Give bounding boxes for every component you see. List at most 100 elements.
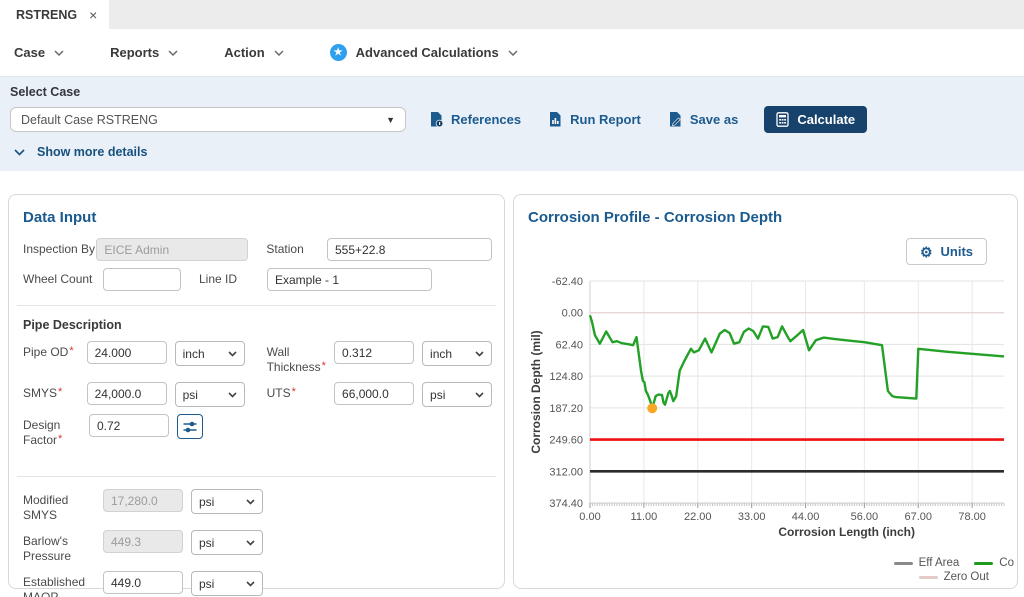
legend-corrosion[interactable]: Co [974, 557, 1014, 569]
svg-text:67.00: 67.00 [904, 511, 932, 523]
case-band: Select Case Default Case RSTRENG ▼ Refer… [0, 76, 1024, 171]
chevron-down-icon [14, 149, 25, 156]
show-more-details[interactable]: Show more details [14, 145, 1014, 159]
eff-area-swatch [894, 562, 913, 565]
divider [17, 305, 496, 306]
svg-text:11.00: 11.00 [631, 511, 658, 523]
wall-thickness-field[interactable] [334, 341, 414, 364]
smys-field[interactable] [87, 382, 167, 405]
pipe-od-unit-select[interactable]: inch [175, 341, 245, 366]
chevron-down-icon [475, 351, 484, 357]
chart-svg: -62.40 0.00 62.40 124.80 187.20 249.60 312.00 3… [528, 269, 1010, 553]
chevron-down-icon [274, 50, 284, 56]
inspection-by-field [96, 238, 248, 261]
selected-case: Default Case RSTRENG [21, 113, 158, 127]
svg-text:312.00: 312.00 [549, 466, 583, 478]
svg-text:0.00: 0.00 [562, 308, 583, 320]
uts-field[interactable] [334, 382, 414, 405]
uts-unit-select[interactable]: psi [422, 382, 492, 407]
zero-out-swatch [919, 576, 938, 579]
select-case-label: Select Case [10, 85, 1014, 99]
design-factor-label: Design Factor* [23, 414, 89, 448]
svg-text:62.40: 62.40 [555, 339, 583, 351]
menu-reports[interactable]: Reports [110, 45, 178, 60]
chart-title: Corrosion Profile - Corrosion Depth [528, 209, 1005, 226]
references-icon [428, 111, 444, 128]
rstreng-app: RSTRENG × Case Reports Action ★ Advanced… [0, 0, 1024, 597]
modified-smys-unit-select[interactable]: psi [191, 489, 263, 514]
gear-icon: ⚙ [920, 245, 933, 259]
chevron-down-icon [228, 351, 237, 357]
pipe-od-label: Pipe OD* [23, 341, 87, 360]
chevron-down-icon [168, 50, 178, 56]
calculator-icon [776, 112, 789, 127]
chevron-down-icon [246, 581, 255, 587]
svg-text:33.00: 33.00 [738, 511, 766, 523]
menu-advanced-calculations[interactable]: ★ Advanced Calculations [330, 44, 518, 61]
sliders-icon [183, 420, 197, 434]
run-report-button[interactable]: Run Report [547, 111, 641, 128]
design-factor-slider-button[interactable] [177, 414, 203, 439]
svg-text:Corrosion Length (inch): Corrosion Length (inch) [778, 525, 915, 539]
svg-text:Corrosion Depth (mil): Corrosion Depth (mil) [529, 330, 543, 453]
svg-text:374.40: 374.40 [549, 498, 583, 510]
wheel-count-field[interactable] [103, 268, 181, 291]
svg-text:-62.40: -62.40 [552, 276, 583, 288]
menu-action[interactable]: Action [224, 45, 283, 60]
chevron-down-icon [228, 392, 237, 398]
wall-thickness-label: Wall Thickness* [267, 341, 334, 375]
station-label: Station [266, 238, 327, 257]
calculate-button[interactable]: Calculate [764, 106, 867, 133]
corrosion-chart: -62.40 0.00 62.40 124.80 187.20 249.60 312.00 3… [528, 269, 1005, 558]
svg-text:78.00: 78.00 [958, 511, 986, 523]
modified-smys-label: Modified SMYS [23, 489, 103, 523]
units-button[interactable]: ⚙ Units [906, 238, 987, 265]
star-icon: ★ [330, 44, 347, 61]
dropdown-caret-icon: ▼ [386, 115, 395, 125]
station-field[interactable] [327, 238, 492, 261]
menu-bar: Case Reports Action ★ Advanced Calculati… [0, 29, 1024, 76]
design-factor-field[interactable] [89, 414, 169, 437]
legend-eff-area[interactable]: Eff Area [894, 557, 960, 569]
run-report-icon [547, 111, 563, 128]
chevron-down-icon [54, 50, 64, 56]
data-input-title: Data Input [23, 209, 492, 226]
line-id-field[interactable] [267, 268, 432, 291]
established-maop-field[interactable] [103, 571, 183, 594]
case-select-dropdown[interactable]: Default Case RSTRENG ▼ [10, 107, 406, 132]
menu-case[interactable]: Case [14, 45, 64, 60]
save-as-button[interactable]: Save as [667, 111, 738, 128]
data-input-panel: Data Input Inspection By Station Wheel C… [8, 194, 505, 589]
svg-text:187.20: 187.20 [549, 403, 583, 415]
svg-text:249.60: 249.60 [549, 435, 583, 447]
wall-thickness-unit-select[interactable]: inch [422, 341, 492, 366]
tab-title: RSTRENG [16, 8, 77, 22]
chart-legend: Eff Area Co Zero Out [894, 557, 1014, 583]
barlows-pressure-unit-select[interactable]: psi [191, 530, 263, 555]
svg-text:44.00: 44.00 [792, 511, 820, 523]
pipe-od-field[interactable] [87, 341, 167, 364]
legend-zero-out[interactable]: Zero Out [919, 571, 989, 583]
tab-bar: RSTRENG × [0, 0, 1024, 29]
smys-label: SMYS* [23, 382, 87, 401]
svg-text:22.00: 22.00 [684, 511, 712, 523]
main-content: Data Input Inspection By Station Wheel C… [0, 171, 1024, 589]
svg-text:124.80: 124.80 [549, 371, 583, 383]
svg-text:56.00: 56.00 [851, 511, 879, 523]
smys-unit-select[interactable]: psi [175, 382, 245, 407]
uts-label: UTS* [267, 382, 334, 401]
established-maop-label: Established MAOP [23, 571, 103, 597]
chevron-down-icon [246, 540, 255, 546]
chevron-down-icon [475, 392, 484, 398]
chevron-down-icon [246, 499, 255, 505]
modified-smys-field [103, 489, 183, 512]
corrosion-profile-panel: Corrosion Profile - Corrosion Depth ⚙ Un… [513, 194, 1018, 589]
corrosion-swatch [974, 562, 993, 565]
save-as-icon [667, 111, 683, 128]
references-button[interactable]: References [428, 111, 521, 128]
close-icon[interactable]: × [89, 7, 97, 23]
tab-rstreng[interactable]: RSTRENG × [0, 0, 109, 29]
wheel-count-label: Wheel Count [23, 268, 103, 287]
pipe-description-title: Pipe Description [23, 318, 492, 332]
established-maop-unit-select[interactable]: psi [191, 571, 263, 596]
